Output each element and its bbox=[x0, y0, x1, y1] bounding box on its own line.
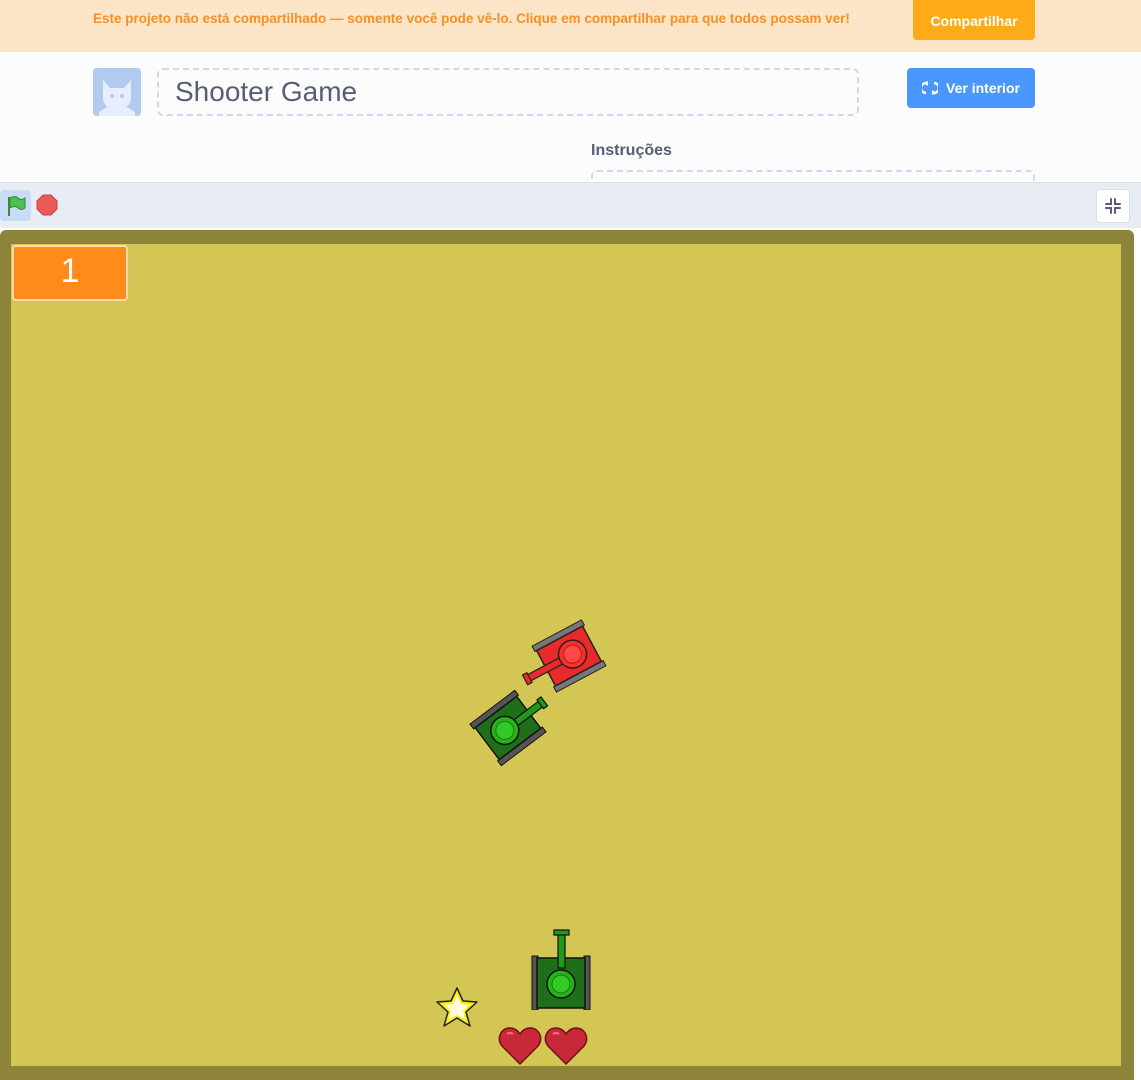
project-title-input[interactable] bbox=[157, 68, 859, 116]
score-monitor: 1 bbox=[12, 245, 128, 301]
heart-icons bbox=[498, 1027, 588, 1066]
green-flag-button[interactable] bbox=[0, 190, 31, 221]
heart-icon bbox=[544, 1027, 588, 1066]
scratch-cat-icon bbox=[93, 68, 141, 116]
stop-sign-icon bbox=[36, 194, 58, 216]
game-stage[interactable]: 1 bbox=[11, 244, 1121, 1066]
share-banner: Este projeto não está compartilhado — so… bbox=[0, 0, 1141, 52]
remix-arrows-icon bbox=[922, 81, 939, 95]
stage-frame: 1 bbox=[0, 230, 1134, 1080]
player-controls bbox=[0, 182, 1141, 228]
green-flag-icon bbox=[7, 195, 25, 216]
player-tank bbox=[531, 929, 591, 1010]
project-header: Ver interior Instruções bbox=[0, 52, 1141, 200]
author-avatar[interactable] bbox=[93, 68, 141, 116]
instructions-heading: Instruções bbox=[591, 142, 672, 159]
share-button[interactable]: Compartilhar bbox=[913, 0, 1035, 40]
see-inside-label: Ver interior bbox=[946, 80, 1020, 96]
see-inside-button[interactable]: Ver interior bbox=[907, 68, 1035, 108]
green-enemy-tank bbox=[469, 689, 549, 767]
star-icon bbox=[436, 987, 478, 1027]
exit-fullscreen-button[interactable] bbox=[1096, 189, 1130, 223]
stop-button[interactable] bbox=[35, 193, 59, 217]
share-warning-text: Este projeto não está compartilhado — so… bbox=[93, 11, 850, 26]
exit-fullscreen-icon bbox=[1105, 198, 1121, 214]
heart-icon bbox=[498, 1027, 542, 1066]
